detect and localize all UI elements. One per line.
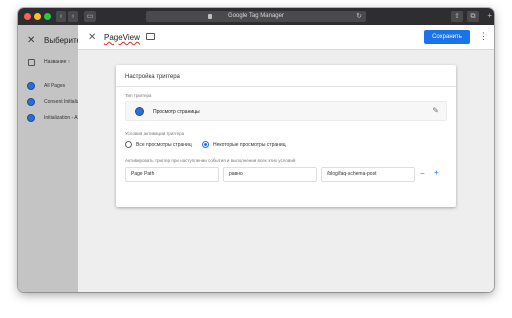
url-bar[interactable]: Google Tag Manager ↻ — [146, 11, 366, 22]
trigger-list-panel: ✕ Выберите Название ↑ All Pages Consent … — [18, 25, 81, 292]
operator-select[interactable]: равно — [223, 167, 317, 182]
list-item[interactable]: Initialization - All Pages — [18, 111, 78, 126]
url-title: Google Tag Manager — [228, 13, 284, 19]
list-item-label: Consent Initialization - All Pages — [44, 99, 78, 105]
divider — [116, 86, 456, 87]
trigger-type-selector[interactable]: Просмотр страницы ✎ — [125, 101, 447, 121]
all-pageviews-radio[interactable] — [125, 141, 132, 148]
all-pageviews-label[interactable]: Все просмотры страниц — [136, 142, 192, 148]
close-icon[interactable]: ✕ — [88, 32, 96, 43]
zoom-window-button[interactable] — [44, 13, 51, 20]
variable-select[interactable]: Page Path — [125, 167, 219, 182]
value-input[interactable]: /blog/faq-schema-post — [321, 167, 415, 182]
list-item-label: All Pages — [44, 83, 66, 89]
trigger-name-field[interactable]: PageView — [104, 33, 140, 42]
tabs-overview-icon[interactable]: ⧉ — [467, 11, 479, 22]
close-icon[interactable]: ✕ — [27, 35, 35, 46]
remove-condition-button[interactable]: − — [420, 169, 425, 178]
more-options-icon[interactable]: ⋮ — [479, 31, 488, 42]
select-all-checkbox[interactable] — [28, 59, 35, 66]
folder-icon[interactable] — [146, 33, 155, 40]
name-column-header[interactable]: Название ↑ — [44, 59, 70, 65]
card-title: Настройка триггера — [125, 74, 180, 80]
trigger-configuration-card: Настройка триггера Тип триггера Просмотр… — [116, 65, 456, 207]
save-button[interactable]: Сохранить — [424, 30, 470, 44]
trigger-type-value: Просмотр страницы — [153, 109, 200, 115]
pageview-icon — [135, 107, 144, 116]
forward-button[interactable]: › — [68, 11, 78, 22]
share-icon[interactable]: ⇧ — [451, 11, 463, 22]
trigger-type-icon — [27, 114, 35, 122]
browser-window: ‹ › ▭ Google Tag Manager ↻ ⇧ ⧉ + ✕ Выбер… — [18, 8, 494, 292]
panel-title: Выберите — [44, 36, 81, 45]
trigger-type-icon — [27, 82, 35, 90]
reload-icon[interactable]: ↻ — [356, 11, 362, 22]
close-window-button[interactable] — [24, 13, 31, 20]
some-pageviews-label[interactable]: Некоторые просмотры страниц — [213, 142, 286, 148]
list-item-label: Initialization - All Pages — [44, 115, 78, 121]
sidebar-toggle-icon[interactable]: ▭ — [84, 11, 96, 22]
add-condition-button[interactable]: + — [434, 168, 439, 177]
list-item[interactable]: Consent Initialization - All Pages — [18, 95, 78, 110]
activation-label: Условия активации триггера — [125, 131, 185, 136]
list-item[interactable]: All Pages — [18, 79, 78, 94]
minimize-window-button[interactable] — [34, 13, 41, 20]
back-button[interactable]: ‹ — [56, 11, 66, 22]
trigger-type-icon — [27, 98, 35, 106]
browser-titlebar: ‹ › ▭ Google Tag Manager ↻ ⇧ ⧉ + — [18, 8, 494, 25]
condition-hint: Активировать триггер при наступлении соб… — [125, 158, 296, 163]
trigger-type-label: Тип триггера — [125, 93, 152, 98]
lock-icon — [208, 14, 212, 19]
editor-header: ✕ PageView Сохранить ⋮ — [78, 25, 494, 50]
trigger-editor: ✕ PageView Сохранить ⋮ Настройка триггер… — [78, 25, 494, 292]
some-pageviews-radio[interactable] — [202, 141, 209, 148]
new-tab-button[interactable]: + — [487, 12, 492, 20]
edit-icon[interactable]: ✎ — [432, 106, 439, 115]
